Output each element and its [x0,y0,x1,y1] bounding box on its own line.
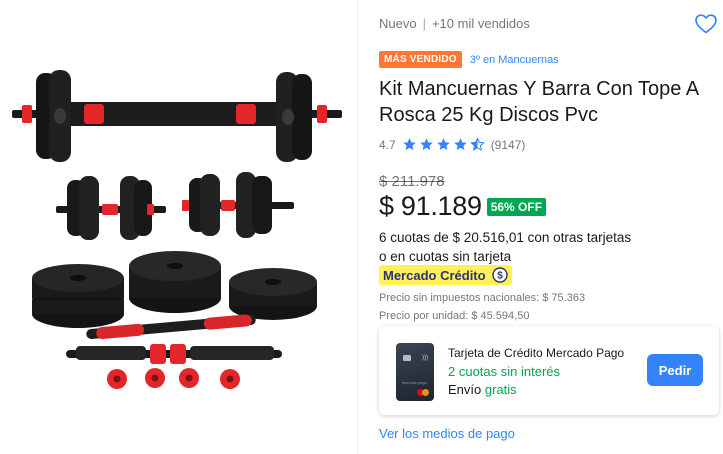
installments-line-1: 6 cuotas de $ 20.516,01 con otras tarjet… [379,230,632,245]
subtitle-separator: | [422,16,426,31]
credit-card-offer: ))) mercado pago Tarjeta de Crédito Merc… [379,326,719,415]
badges-row: MÁS VENDIDO 3º en Mancuernas [379,51,559,68]
payment-methods-link[interactable]: Ver los medios de pago [379,426,515,441]
condition-label: Nuevo [379,16,417,31]
discount-badge: 56% OFF [486,197,547,216]
mastercard-logo-icon [417,389,429,396]
column-divider [357,0,358,454]
star-icon [419,138,433,151]
card-offer-texts: Tarjeta de Crédito Mercado Pago 2 cuotas… [448,346,624,397]
barbell [12,70,342,162]
mercado-pago-card-image: ))) mercado pago [396,343,434,401]
red-collars [107,368,240,389]
card-chip-icon [403,355,411,361]
product-title: Kit Mancuernas Y Barra Con Tope A Rosca … [379,78,699,126]
price-row: $ 91.189 56% OFF [379,191,547,222]
rating-score: 4.7 [379,137,396,152]
installments-info: 6 cuotas de $ 20.516,01 con otras tarjet… [379,228,631,266]
card-offer-title: Tarjeta de Crédito Mercado Pago [448,346,625,360]
product-subtitle: Nuevo | +10 mil vendidos [379,16,530,31]
star-rating [402,137,485,152]
svg-text:$: $ [497,271,503,282]
dumbbell-right [182,172,294,238]
card-brand-text: mercado pago [402,381,427,385]
star-half-icon [470,137,484,151]
card-shipping: Envío gratis [448,382,624,397]
rating-summary[interactable]: 4.7 (9147) [379,137,525,152]
shipping-free: gratis [484,382,517,397]
shipping-label: Envío [448,382,482,397]
current-price: $ 91.189 [379,191,482,221]
rating-count: (9147) [490,137,526,152]
star-icon [402,138,416,151]
card-installments: 2 cuotas sin interés [448,364,561,379]
weight-plates [32,251,317,328]
installments-line-2: o en cuotas sin tarjeta [379,249,512,264]
sold-count: +10 mil vendidos [431,16,530,31]
heart-outline-icon[interactable] [694,12,718,36]
category-rank-link[interactable]: 3º en Mancuernas [470,54,559,66]
contactless-icon: ))) [422,355,428,361]
product-image[interactable] [0,0,357,454]
mercado-credito-badge[interactable]: Mercado Crédito $ [379,265,512,285]
mercado-credito-label: Mercado Crédito [383,267,486,283]
tax-note: Precio sin impuestos nacionales: $ 75.36… [379,292,586,304]
star-icon [453,138,467,151]
best-seller-badge: MÁS VENDIDO [379,51,462,68]
dumbbell-left [56,176,166,240]
star-icon [436,138,450,151]
request-card-button[interactable]: Pedir [647,354,703,386]
dumbbell-kit-illustration [12,70,342,389]
original-price: $ 211.978 [379,173,445,190]
unit-price: Precio por unidad: $ 45.594,50 [379,310,530,322]
mercado-credito-coin-icon: $ [491,267,508,283]
